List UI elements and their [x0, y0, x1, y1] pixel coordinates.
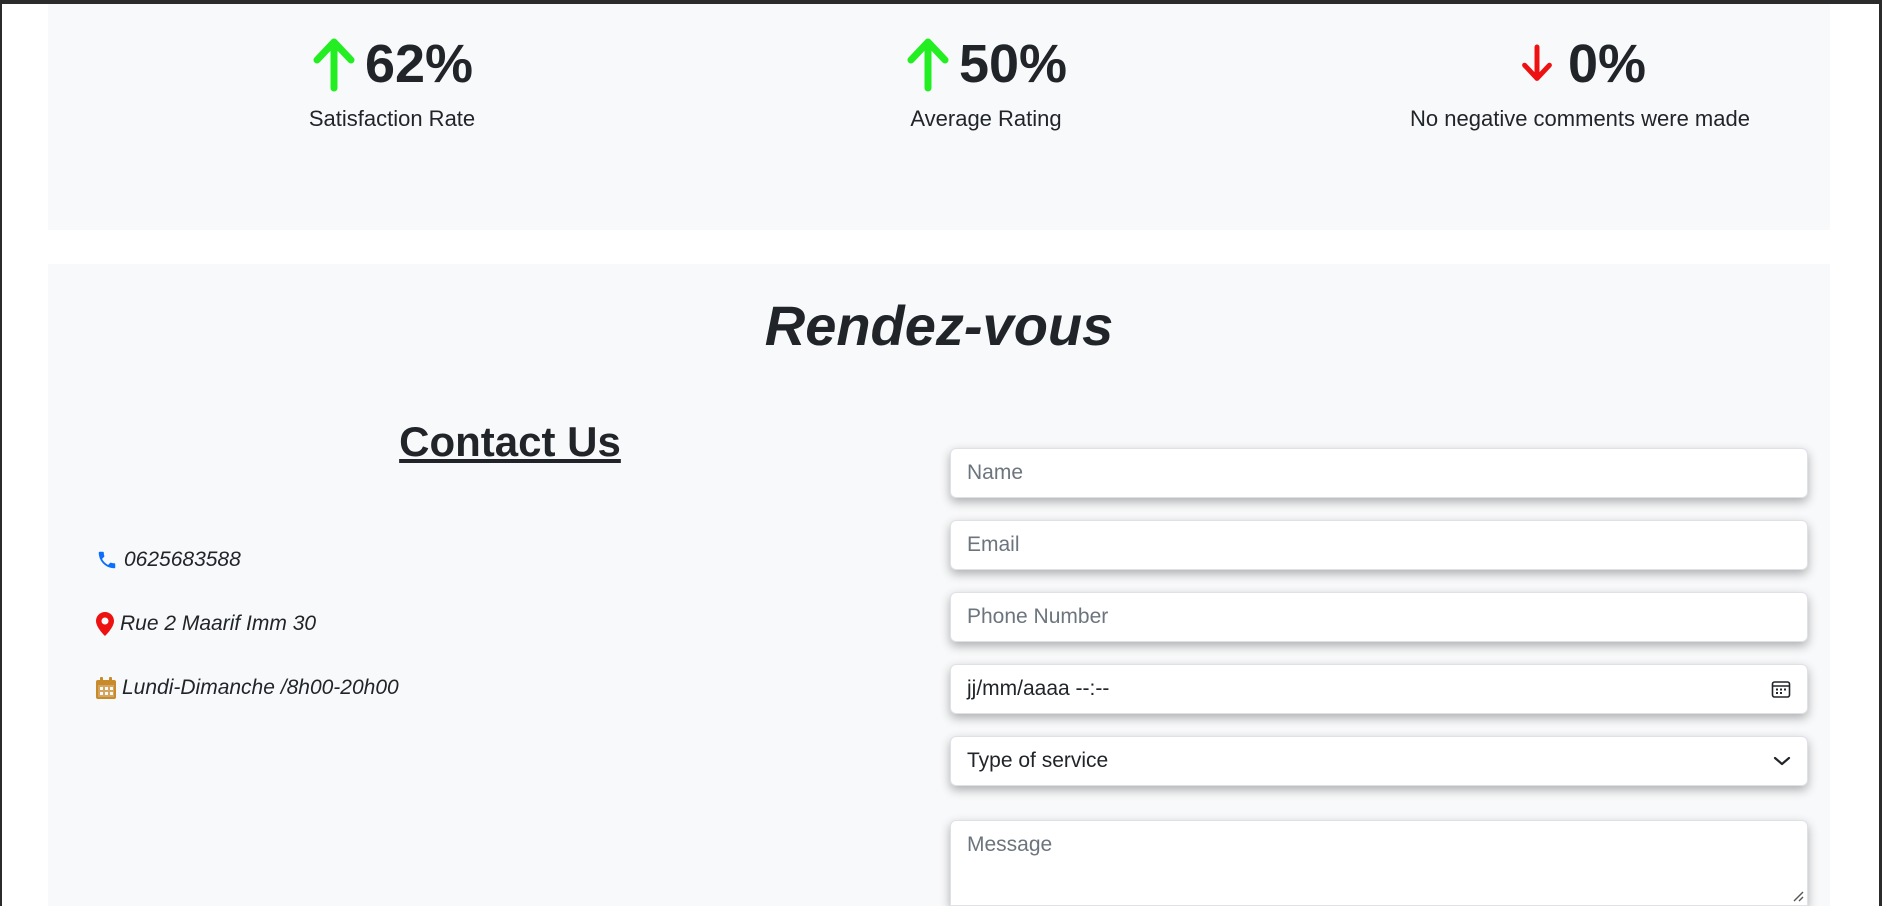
- resize-handle-icon[interactable]: [1790, 888, 1804, 902]
- datetime-value: jj/mm/aaaa --:--: [967, 677, 1110, 700]
- service-select[interactable]: Type of service: [950, 736, 1808, 786]
- contact-title: Contact Us: [399, 418, 621, 465]
- stat-average-rating: 50% Average Rating: [854, 32, 1118, 132]
- contact-hours-text: Lundi-Dimanche /8h00-20h00: [122, 676, 399, 699]
- chevron-down-icon: [1773, 756, 1791, 766]
- appointment-title: Rendez-vous: [764, 294, 1114, 357]
- calendar-picker-icon[interactable]: [1771, 679, 1791, 699]
- datetime-input[interactable]: jj/mm/aaaa --:--: [950, 664, 1808, 714]
- name-input[interactable]: [950, 448, 1808, 498]
- contact-hours: Lundi-Dimanche /8h00-20h00: [96, 676, 399, 700]
- stats-section: 62% Satisfaction Rate 50% Average Rating…: [48, 4, 1830, 230]
- calendar-icon: [96, 677, 116, 699]
- stat-label: No negative comments were made: [1410, 106, 1750, 131]
- contact-address-text: Rue 2 Maarif Imm 30: [120, 612, 317, 635]
- stat-value: 62%: [364, 34, 474, 94]
- arrow-down-icon: [1522, 44, 1552, 81]
- stat-label: Satisfaction Rate: [308, 106, 476, 131]
- stat-value: 0%: [1567, 34, 1647, 94]
- arrow-up-icon: [907, 38, 949, 92]
- stat-value: 50%: [958, 34, 1068, 94]
- map-pin-icon: [96, 612, 114, 636]
- arrow-up-icon: [313, 38, 355, 92]
- email-input[interactable]: [950, 520, 1808, 570]
- stat-label: Average Rating: [910, 106, 1062, 131]
- appointment-section: Rendez-vous Contact Us 0625683588 Rue 2 …: [48, 264, 1830, 906]
- window-left-border: [0, 0, 2, 906]
- service-select-value: Type of service: [967, 749, 1109, 772]
- stat-satisfaction: 62% Satisfaction Rate: [260, 32, 524, 132]
- phone-icon: [98, 551, 116, 569]
- contact-address: Rue 2 Maarif Imm 30: [96, 612, 316, 636]
- contact-phone: 0625683588: [96, 548, 241, 572]
- stat-negative-comments: 0% No negative comments were made: [1338, 32, 1822, 132]
- contact-phone-text: 0625683588: [124, 548, 241, 571]
- phone-number-input[interactable]: [950, 592, 1808, 642]
- message-textarea[interactable]: [950, 820, 1808, 906]
